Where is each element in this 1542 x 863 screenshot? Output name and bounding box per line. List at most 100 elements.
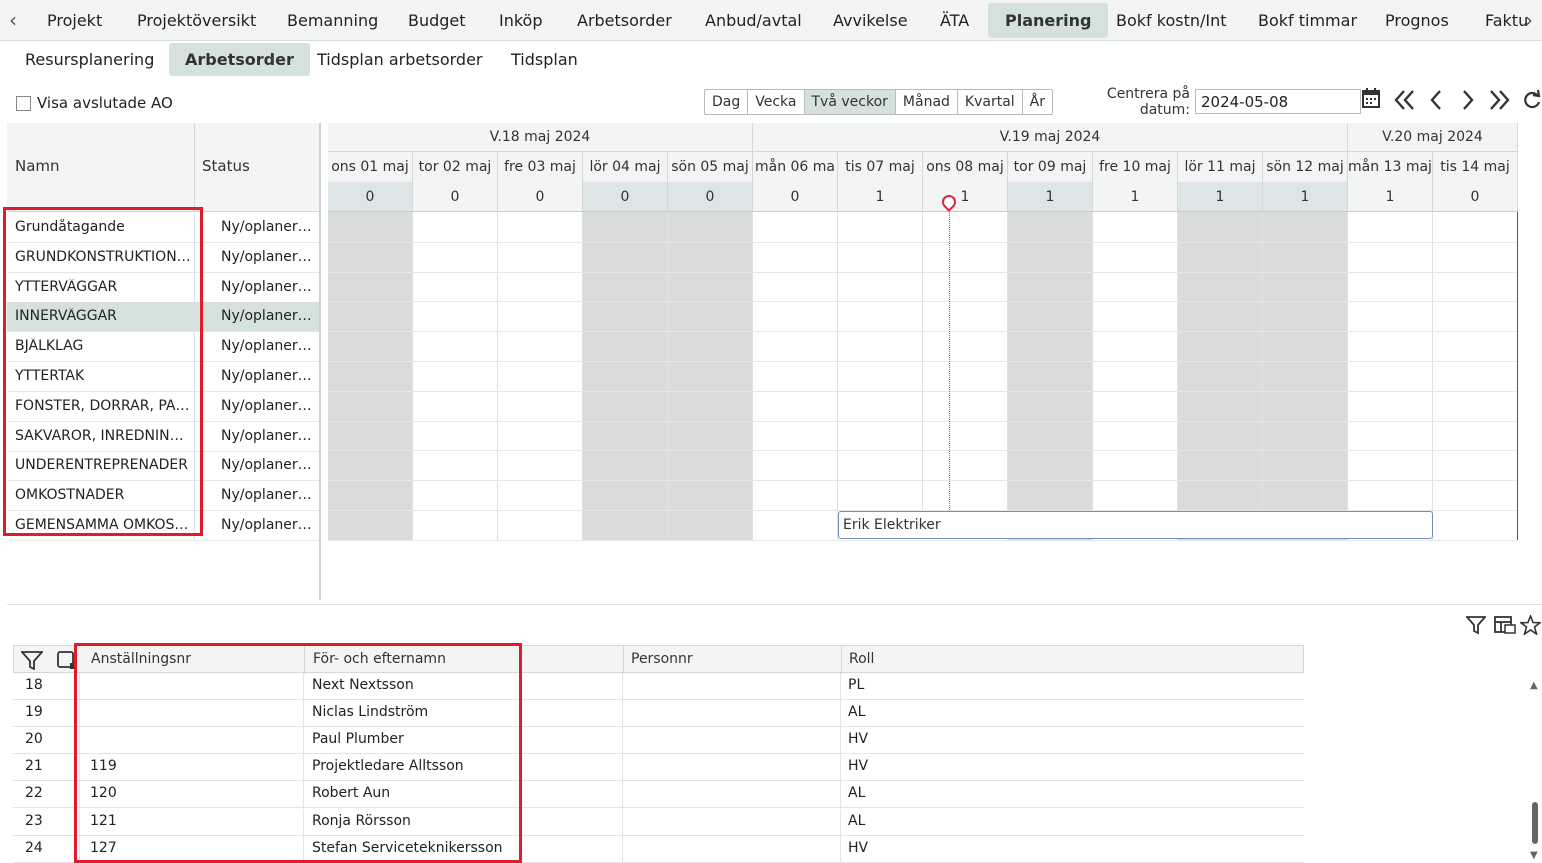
gantt-day-column[interactable] [328, 212, 413, 540]
column-header-status[interactable]: Status [202, 157, 250, 175]
column-header-anstallningsnr[interactable]: Anställningsnr [91, 651, 191, 667]
gantt-day-column[interactable] [753, 212, 838, 540]
tab-avvikelse[interactable]: Avvikelse [833, 3, 908, 38]
employee-row[interactable]: 18 Next Nextsson PL [13, 673, 1304, 700]
scrollbar-thumb[interactable] [1532, 802, 1538, 844]
column-divider [79, 727, 80, 755]
tab-prognos[interactable]: Prognos [1385, 3, 1449, 38]
chevron-left-icon[interactable]: ‹ [9, 8, 17, 32]
resource-count-cell: 0 [413, 182, 498, 212]
work-order-row[interactable]: OMKOSTNADER Ny/oplanerad [7, 481, 320, 512]
employee-row[interactable]: 21 119 Projektledare Alltsson HV [13, 754, 1304, 782]
star-icon[interactable] [1518, 613, 1542, 640]
work-order-row[interactable]: YTTERTAK Ny/oplanerad [7, 362, 320, 392]
tab-arbetsorder[interactable]: Arbetsorder [577, 3, 672, 38]
view-dag-button[interactable]: Dag [705, 90, 749, 114]
gantt-day-column[interactable] [1433, 212, 1518, 540]
view-manad-button[interactable]: Månad [896, 90, 958, 114]
tab-planering[interactable]: Planering [988, 3, 1109, 38]
gantt-day-column[interactable] [923, 212, 1008, 540]
chevron-left-icon[interactable] [1426, 88, 1446, 119]
gantt-day-column[interactable] [668, 212, 753, 540]
resource-count-cell: 1 [923, 182, 1008, 212]
gantt-day-column[interactable] [1093, 212, 1178, 540]
view-kvartal-button[interactable]: Kvartal [958, 90, 1023, 114]
subtab-tidsplan[interactable]: Tidsplan [511, 43, 578, 76]
column-divider[interactable] [194, 123, 195, 212]
table-scrollbar[interactable]: ▲ ▼ [1530, 680, 1540, 863]
view-tva-veckor-button[interactable]: Två veckor [804, 90, 896, 114]
work-order-row[interactable]: FÖNSTER, DÖRRAR, PARTIER Ny/oplanerad [7, 391, 320, 422]
subtab-arbetsorder[interactable]: Arbetsorder [169, 43, 310, 76]
work-order-row[interactable]: BJÄLKLAG Ny/oplanerad [7, 332, 320, 363]
column-divider [194, 272, 195, 302]
employee-row[interactable]: 24 127 Stefan Serviceteknikersson HV [13, 835, 1304, 863]
row-index: 18 [25, 677, 43, 693]
column-divider[interactable] [841, 646, 842, 674]
show-finished-toggle[interactable]: Visa avslutade AO [16, 94, 173, 112]
filter-icon[interactable] [19, 650, 45, 674]
gantt-day-column[interactable] [838, 212, 923, 540]
work-order-row[interactable]: Grundåtagande Ny/oplanerad [7, 213, 320, 243]
double-chevron-left-icon[interactable] [1392, 88, 1416, 119]
gantt-day-column[interactable] [498, 212, 583, 540]
scroll-down-icon[interactable]: ▼ [1530, 850, 1538, 861]
employee-row[interactable]: 19 Niclas Lindström AL [13, 700, 1304, 728]
tab-inkop[interactable]: Inköp [499, 3, 543, 38]
gantt-day-column[interactable] [1263, 212, 1348, 540]
chevron-right-icon[interactable]: › [1525, 8, 1533, 32]
column-header-namn[interactable]: För- och efternamn [313, 651, 446, 667]
refresh-icon[interactable] [1522, 88, 1542, 119]
day-header: ons 08 maj [923, 152, 1008, 182]
gantt-day-column[interactable] [1008, 212, 1093, 540]
column-chooser-icon[interactable] [56, 650, 76, 674]
export-icon[interactable] [1494, 615, 1516, 640]
gantt-day-column[interactable] [1348, 212, 1433, 540]
tab-projekt[interactable]: Projekt [47, 3, 102, 38]
tab-bokf-timmar[interactable]: Bokf timmar [1258, 3, 1357, 38]
resource-count-cell: 0 [753, 182, 838, 212]
work-order-name: SAKVAROR, INREDNINGAR [15, 427, 191, 444]
work-order-row[interactable]: INNERVÄGGAR Ny/oplanerad [7, 302, 320, 333]
gantt-day-column[interactable] [413, 212, 498, 540]
pane-splitter[interactable] [7, 604, 1542, 605]
column-header-name[interactable]: Namn [15, 157, 60, 175]
show-finished-checkbox[interactable] [16, 95, 31, 111]
chevron-right-icon[interactable] [1458, 88, 1478, 119]
employee-row[interactable]: 20 Paul Plumber HV [13, 727, 1304, 755]
column-header-roll[interactable]: Roll [849, 651, 874, 667]
view-ar-button[interactable]: År [1023, 90, 1052, 114]
tab-fakturering[interactable]: Faktu [1485, 3, 1528, 38]
gantt-day-column[interactable] [1178, 212, 1263, 540]
work-order-name: GEMENSAMMA OMKOSTNADER [15, 517, 191, 533]
work-order-row[interactable]: GRUNDKONSTRUKTIONER Ny/oplanerad [7, 242, 320, 273]
work-order-row[interactable]: YTTERVÄGGAR Ny/oplanerad [7, 272, 320, 303]
double-chevron-right-icon[interactable] [1488, 88, 1512, 119]
splitter[interactable] [319, 123, 321, 600]
resource-booking-bar[interactable]: Erik Elektriker [838, 511, 1433, 539]
subtab-resursplanering[interactable]: Resursplanering [25, 43, 154, 76]
tab-bemanning[interactable]: Bemanning [287, 3, 378, 38]
column-header-personnr[interactable]: Personnr [631, 651, 693, 667]
day-header: tor 09 maj [1008, 152, 1093, 182]
column-divider[interactable] [304, 646, 305, 674]
tab-projektoversikt[interactable]: Projektöversikt [137, 3, 256, 38]
calendar-icon[interactable] [1362, 88, 1380, 116]
employee-row[interactable]: 22 120 Robert Aun AL [13, 781, 1304, 809]
tab-ata[interactable]: ÄTA [940, 3, 969, 38]
scroll-up-icon[interactable]: ▲ [1530, 680, 1538, 691]
center-date-input[interactable] [1195, 89, 1361, 114]
subtab-tidsplan-arbetsorder[interactable]: Tidsplan arbetsorder [317, 43, 483, 76]
column-divider[interactable] [623, 646, 624, 674]
work-order-row[interactable]: UNDERENTREPRENADER Ny/oplanerad [7, 451, 320, 482]
filter-icon[interactable] [1465, 615, 1487, 640]
work-order-row[interactable]: SAKVAROR, INREDNINGAR Ny/oplanerad [7, 421, 320, 452]
tab-bokf-kostn-int[interactable]: Bokf kostn/Int [1116, 3, 1227, 38]
tab-anbud-avtal[interactable]: Anbud/avtal [705, 3, 802, 38]
work-order-row[interactable]: GEMENSAMMA OMKOSTNADER Ny/oplanerad [7, 511, 320, 541]
gantt-day-column[interactable] [583, 212, 668, 540]
day-header: tis 14 maj [1433, 152, 1518, 182]
view-vecka-button[interactable]: Vecka [748, 90, 805, 114]
tab-budget[interactable]: Budget [408, 3, 466, 38]
employee-row[interactable]: 23 121 Ronja Rörsson AL [13, 808, 1304, 836]
